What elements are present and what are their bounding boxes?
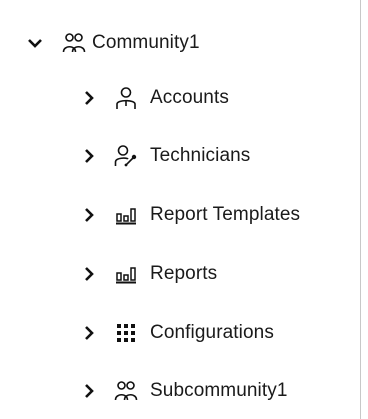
chevron-right-icon[interactable] bbox=[80, 147, 98, 165]
tree-node-configurations[interactable]: Configurations bbox=[80, 313, 274, 353]
tree-node-label: Community1 bbox=[92, 32, 200, 53]
technician-icon bbox=[114, 144, 138, 168]
tree-node-label: Reports bbox=[150, 263, 218, 284]
tree-node-label: Subcommunity1 bbox=[150, 380, 288, 401]
community-icon bbox=[114, 379, 138, 403]
chevron-right-icon[interactable] bbox=[80, 382, 98, 400]
tree-node-technicians[interactable]: Technicians bbox=[80, 136, 250, 176]
tree-node-accounts[interactable]: Accounts bbox=[80, 78, 229, 118]
community-tree: Community1 Accounts Technicians Report T… bbox=[0, 0, 361, 419]
tree-node-label: Accounts bbox=[150, 87, 229, 108]
chevron-right-icon[interactable] bbox=[80, 206, 98, 224]
account-user-icon bbox=[114, 86, 138, 110]
tree-node-reports[interactable]: Reports bbox=[80, 254, 217, 294]
tree-node-label: Technicians bbox=[150, 145, 251, 166]
report-chart-icon bbox=[114, 262, 138, 286]
chevron-down-icon[interactable] bbox=[26, 34, 44, 52]
report-chart-icon bbox=[114, 203, 138, 227]
tree-node-label: Configurations bbox=[150, 322, 274, 343]
chevron-right-icon[interactable] bbox=[80, 324, 98, 342]
tree-node-community1[interactable]: Community1 bbox=[26, 23, 200, 63]
grid-dots-icon bbox=[114, 321, 138, 345]
tree-node-report-templates[interactable]: Report Templates bbox=[80, 195, 300, 235]
tree-node-subcommunity1[interactable]: Subcommunity1 bbox=[80, 371, 288, 411]
tree-node-label: Report Templates bbox=[150, 204, 301, 225]
chevron-right-icon[interactable] bbox=[80, 265, 98, 283]
chevron-right-icon[interactable] bbox=[80, 89, 98, 107]
community-icon bbox=[62, 31, 86, 55]
